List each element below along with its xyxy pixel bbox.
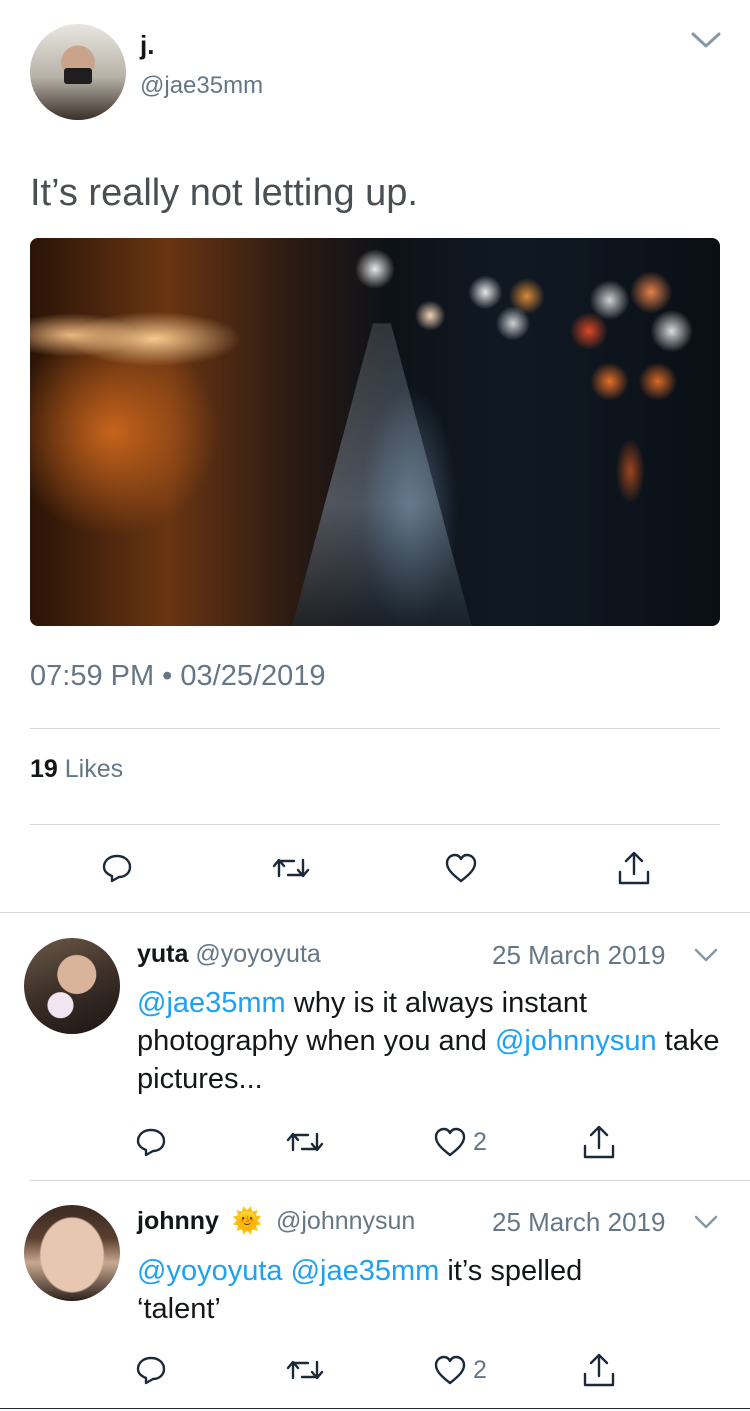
likes-label: Likes [64, 755, 124, 783]
likes-count: 19 [30, 755, 58, 783]
reply-author-handle[interactable]: @johnnysun [276, 1207, 415, 1235]
reply-text: @yoyoyuta @jae35mm it’s spelled ‘talent’ [137, 1252, 637, 1328]
like-button[interactable]: 2 [433, 1354, 487, 1386]
reply-avatar-johnny[interactable] [24, 1205, 120, 1301]
mention-link[interactable]: @yoyoyuta [137, 1255, 283, 1287]
divider [30, 824, 720, 825]
like-icon [433, 1354, 467, 1386]
chevron-down-icon[interactable] [694, 1214, 718, 1230]
tweet-text: It’s really not letting up. [30, 172, 418, 214]
reply-text: @jae35mm why is it always instant photog… [137, 984, 727, 1098]
like-button[interactable]: 2 [433, 1126, 487, 1158]
reply-divider [30, 1180, 750, 1181]
mention-link[interactable]: @johnnysun [495, 1025, 657, 1057]
chevron-down-icon[interactable] [694, 947, 718, 963]
reply-header: yuta @yoyoyuta [137, 940, 321, 969]
divider [30, 728, 720, 729]
author-avatar[interactable] [30, 24, 126, 120]
reply-icon[interactable] [135, 1354, 167, 1386]
mention-link[interactable]: @jae35mm [137, 987, 286, 1019]
like-icon [433, 1126, 467, 1158]
reply-date: 25 March 2019 [492, 1207, 666, 1237]
mention-link[interactable]: @jae35mm [283, 1255, 440, 1287]
bottom-divider [0, 1408, 750, 1409]
retweet-icon[interactable] [286, 1354, 324, 1386]
like-icon[interactable] [444, 852, 478, 884]
retweet-icon[interactable] [286, 1126, 324, 1158]
reply-icon[interactable] [101, 852, 133, 884]
reply-author-handle[interactable]: @yoyoyuta [195, 940, 320, 968]
reply-icon[interactable] [135, 1126, 167, 1158]
like-count: 2 [473, 1355, 487, 1384]
retweet-icon[interactable] [272, 852, 310, 884]
reply-author-name[interactable]: yuta [137, 940, 188, 968]
reply-author-name[interactable]: johnny [137, 1207, 219, 1235]
share-icon[interactable] [617, 850, 651, 886]
author-name[interactable]: j. [140, 30, 154, 61]
sun-emoji-icon: 🌞 [231, 1207, 264, 1235]
tweet-timestamp: 07:59 PM • 03/25/2019 [30, 660, 326, 692]
reply-date: 25 March 2019 [492, 940, 666, 970]
tweet-photo[interactable] [30, 238, 720, 626]
section-divider [0, 912, 750, 913]
share-icon[interactable] [582, 1352, 616, 1388]
reply-avatar-yuta[interactable] [24, 938, 120, 1034]
chevron-down-icon[interactable] [690, 30, 722, 50]
likes-stat[interactable]: 19 Likes [30, 755, 123, 784]
share-icon[interactable] [582, 1124, 616, 1160]
author-handle[interactable]: @jae35mm [140, 72, 263, 100]
like-count: 2 [473, 1127, 487, 1156]
camera-avatar-icon [64, 68, 92, 84]
reply-header: johnny 🌞 @johnnysun [137, 1207, 415, 1236]
